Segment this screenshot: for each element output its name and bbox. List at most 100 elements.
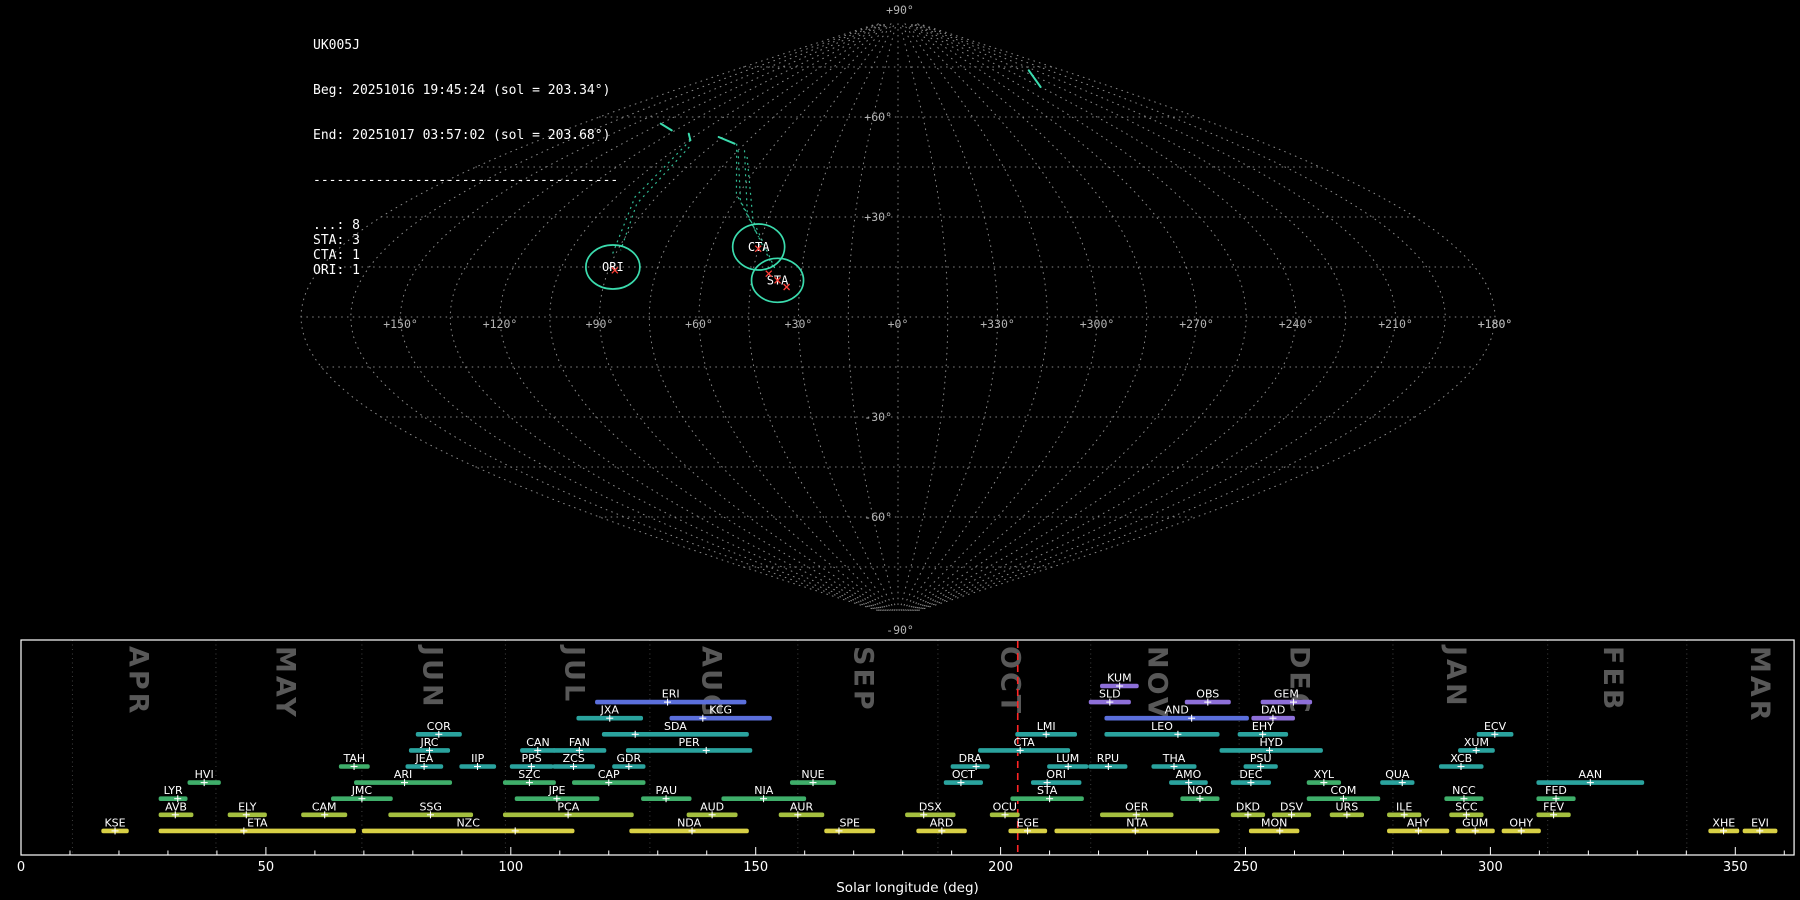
shower-code-label: DSV xyxy=(1280,800,1303,813)
shower-bar-JMC: JMC xyxy=(331,784,393,803)
shower-code-label: STA xyxy=(1037,784,1058,797)
shower-code-label: OER xyxy=(1125,800,1149,813)
count-row: ...: 8 xyxy=(313,218,360,233)
shower-code-label: NUE xyxy=(801,768,824,781)
x-tick-label: 350 xyxy=(1723,860,1748,875)
shower-code-label: ZCS xyxy=(563,752,585,765)
month-label-JUN: JUN xyxy=(416,644,447,710)
x-tick-label: 0 xyxy=(17,860,25,875)
lon-label: +120° xyxy=(483,317,518,331)
shower-code-label: AMO xyxy=(1176,768,1202,781)
x-tick-label: 200 xyxy=(988,860,1013,875)
shower-bar-STA: STA xyxy=(1010,784,1084,803)
lat-label: +30° xyxy=(864,210,892,224)
separator-line: --------------------------------------- xyxy=(313,173,619,188)
x-tick-label: 250 xyxy=(1233,860,1258,875)
shower-code-label: OCT xyxy=(952,768,975,781)
shower-code-label: RPU xyxy=(1097,752,1119,765)
shower-bar-EGE: EGE xyxy=(1008,816,1048,835)
shower-bar-OBS: OBS xyxy=(1184,688,1231,706)
shower-code-label: LYR xyxy=(164,784,183,797)
shower-code-label: SLD xyxy=(1099,688,1121,701)
shower-code-label: EHY xyxy=(1252,720,1274,733)
shower-bar-NZC: NZC xyxy=(361,816,575,835)
shower-code-label: AUD xyxy=(700,800,724,813)
shower-bar-NDA: NDA xyxy=(629,816,749,835)
shower-bar-SDA: SDA xyxy=(601,720,749,738)
shower-bar-MON: MON xyxy=(1248,816,1300,835)
radiant-map: +180° +150° +120° +90° +60° +30° +0° +330° +300°… xyxy=(300,3,1513,637)
session-info-panel: UK005J Beg: 20251016 19:45:24 (sol = 203… xyxy=(313,8,618,308)
shower-code-label: QUA xyxy=(1385,768,1410,781)
shower-code-label: NOO xyxy=(1187,784,1213,797)
shower-code-label: GUM xyxy=(1462,816,1488,829)
shower-code-label: KCG xyxy=(709,704,732,717)
shower-code-label: AND xyxy=(1165,704,1189,717)
shower-code-label: JEA xyxy=(414,752,433,765)
shower-code-label: NTA xyxy=(1126,816,1148,829)
shower-code-label: GDR xyxy=(617,752,642,765)
count-row: STA: 3 xyxy=(313,233,360,248)
month-label-MAY: MAY xyxy=(269,646,300,720)
shower-bar-DKD: DKD xyxy=(1230,800,1266,819)
shower-bar-AVB: AVB xyxy=(158,800,194,819)
count-row: CTA: 1 xyxy=(313,248,360,263)
shower-code-label: NIA xyxy=(754,784,773,797)
shower-code-label: KUM xyxy=(1107,672,1131,685)
shower-code-label: ERI xyxy=(662,688,680,701)
shower-code-label: SCC xyxy=(1455,800,1478,813)
shower-bar-FEV: FEV xyxy=(1536,800,1571,819)
shower-bar-LEO: LEO xyxy=(1104,720,1220,738)
shower-bar-URS: URS xyxy=(1329,800,1365,819)
shower-bar-CAP: CAP xyxy=(572,768,646,787)
shower-bar-JXA: JXA xyxy=(576,704,644,722)
trail-head-segments xyxy=(659,69,1042,145)
session-begin: Beg: 20251016 19:45:24 (sol = 203.34°) xyxy=(313,83,611,98)
shower-bar-XHE: XHE xyxy=(1708,816,1740,835)
shower-code-label: SSG xyxy=(419,800,442,813)
shower-code-label: CAP xyxy=(598,768,620,781)
x-ticks xyxy=(20,847,1785,855)
shower-code-label: XYL xyxy=(1314,768,1335,781)
shower-code-label: ARI xyxy=(394,768,412,781)
month-label-JUL: JUL xyxy=(558,644,589,704)
month-label-DEC: DEC xyxy=(1283,646,1314,716)
shower-code-label: EVI xyxy=(1751,816,1769,829)
shower-code-label: DAD xyxy=(1261,704,1285,717)
shower-code-label: TAH xyxy=(342,752,365,765)
shower-code-label: NCC xyxy=(1452,784,1476,797)
shower-bar-OCT: OCT xyxy=(943,768,983,787)
shower-code-label: DRA xyxy=(959,752,983,765)
month-label-APR: APR xyxy=(123,646,154,716)
shower-bar-OCU: OCU xyxy=(989,800,1020,819)
x-tick-label: 50 xyxy=(258,860,275,875)
shower-code-label: AAN xyxy=(1579,768,1603,781)
shower-bar-PER: PER xyxy=(625,736,753,754)
shower-code-label: AUR xyxy=(790,800,814,813)
shower-code-label: ECV xyxy=(1484,720,1507,733)
shower-bar-XCB: XCB xyxy=(1438,752,1484,770)
shower-code-label: DSX xyxy=(919,800,942,813)
shower-bar-GUM: GUM xyxy=(1455,816,1495,835)
session-end: End: 20251017 03:57:02 (sol = 203.68°) xyxy=(313,128,611,143)
shower-code-label: OHY xyxy=(1509,816,1533,829)
shower-bar-ZCS: ZCS xyxy=(552,752,596,770)
lon-label: +180° xyxy=(1478,317,1513,331)
shower-code-label: MON xyxy=(1261,816,1287,829)
lon-label: +30° xyxy=(785,317,813,331)
x-axis-title: Solar longitude (deg) xyxy=(836,880,979,896)
shower-bar-OHY: OHY xyxy=(1501,816,1541,835)
shower-bar-AHY: AHY xyxy=(1387,816,1450,835)
shower-code-label: PER xyxy=(678,736,700,749)
shower-code-label: LMI xyxy=(1037,720,1056,733)
shower-bar-SPE: SPE xyxy=(824,816,876,835)
shower-code-label: CAN xyxy=(526,736,549,749)
shower-code-label: EGE xyxy=(1017,816,1039,829)
shower-code-label: ELY xyxy=(238,800,257,813)
station-id: UK005J xyxy=(313,38,360,53)
lat-label: -60° xyxy=(864,510,892,524)
lat-label: +90° xyxy=(886,3,914,17)
shower-code-label: PPS xyxy=(521,752,541,765)
shower-code-label: IIP xyxy=(471,752,484,765)
count-row: ORI: 1 xyxy=(313,263,360,278)
